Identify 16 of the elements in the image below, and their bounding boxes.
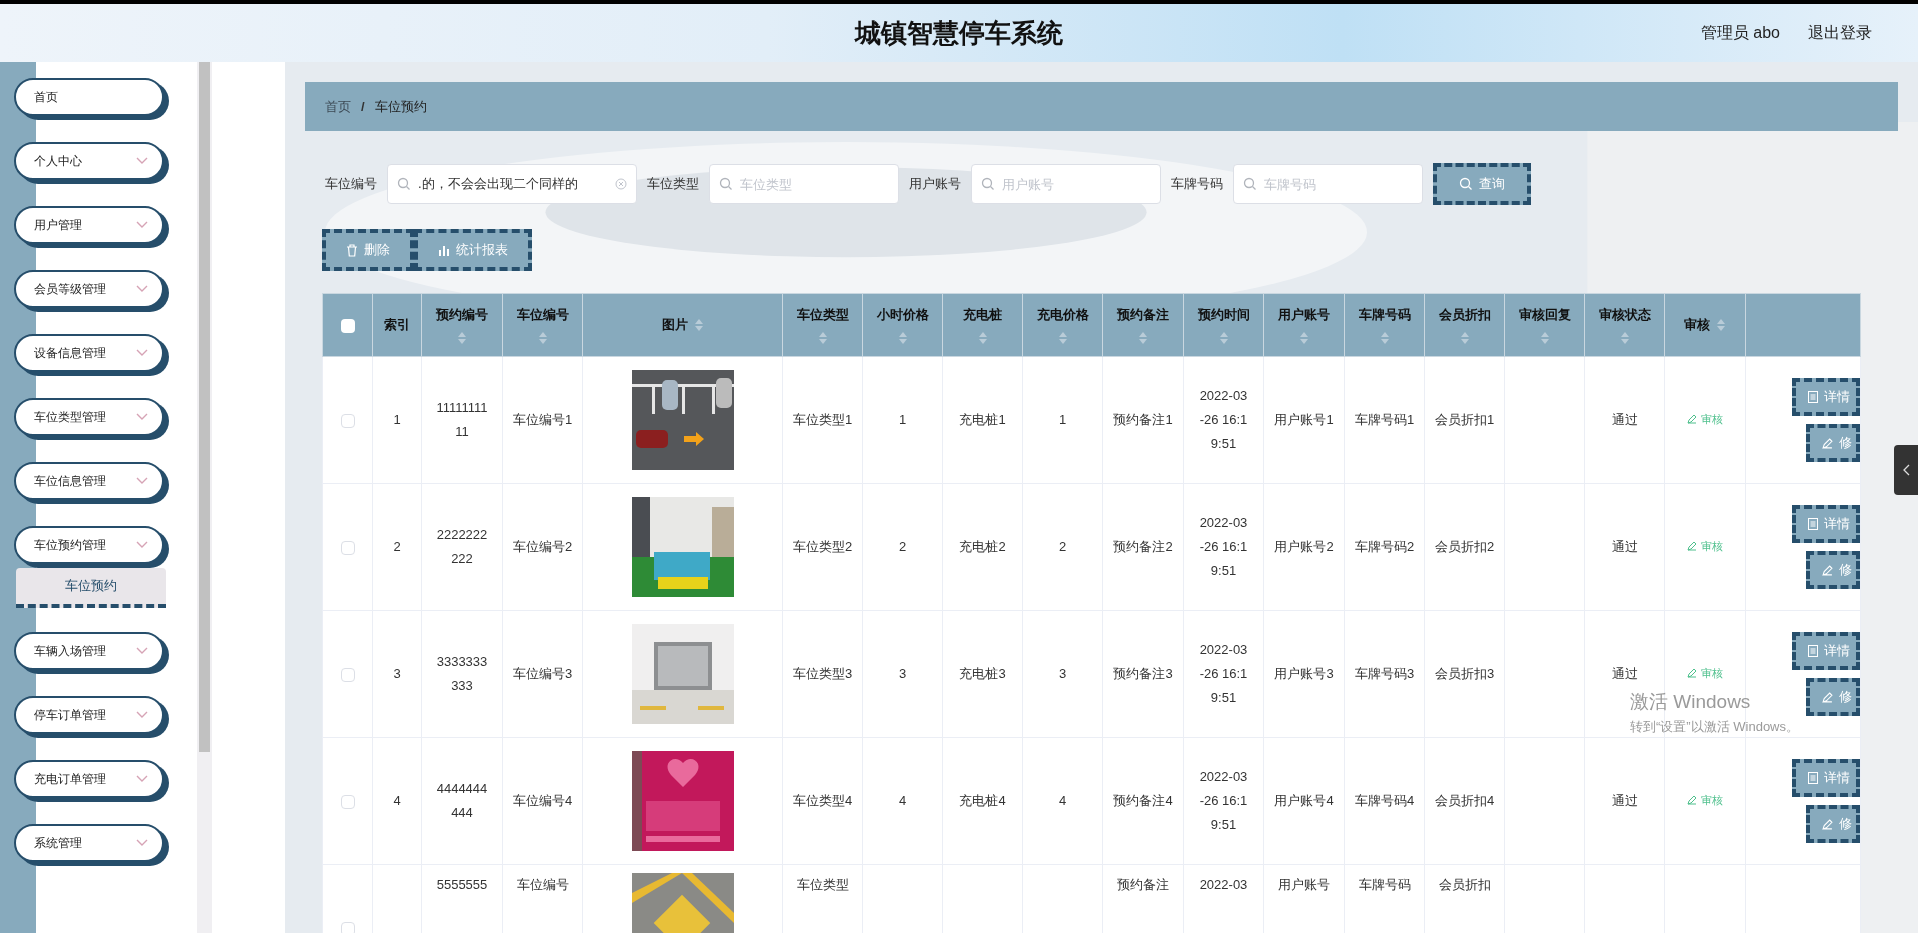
chevron-down-icon bbox=[136, 285, 148, 293]
chevron-down-icon bbox=[136, 413, 148, 421]
chevron-down-icon bbox=[136, 839, 148, 847]
chevron-down-icon bbox=[136, 349, 148, 357]
chevron-down-icon bbox=[136, 711, 148, 719]
site-title: 城镇智慧停车系统 bbox=[855, 16, 1063, 50]
chevron-down-icon bbox=[136, 541, 148, 549]
chevron-down-icon bbox=[136, 477, 148, 485]
submenu-item[interactable]: 车位预约 bbox=[16, 568, 166, 608]
admin-label: 管理员 abo bbox=[1700, 23, 1780, 43]
logout-link[interactable]: 退出登录 bbox=[1808, 21, 1872, 45]
chevron-down-icon bbox=[136, 775, 148, 783]
chevron-down-icon bbox=[136, 647, 148, 655]
sidebar-scrollbar[interactable] bbox=[197, 62, 212, 933]
chevron-down-icon bbox=[136, 157, 148, 165]
chevron-down-icon bbox=[136, 221, 148, 229]
